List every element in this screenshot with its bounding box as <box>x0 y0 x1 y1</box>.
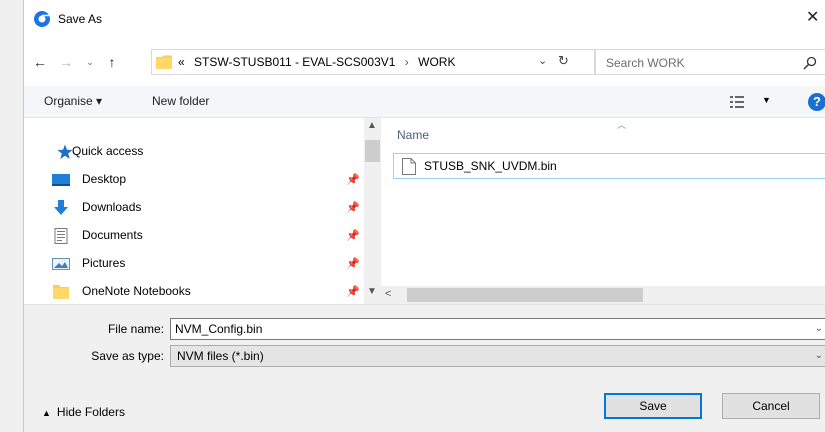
breadcrumb-overflow[interactable]: « <box>178 55 185 69</box>
breadcrumb-separator[interactable]: › <box>399 55 415 69</box>
file-name-input[interactable] <box>175 321 775 337</box>
sidebar-item-quick-access[interactable]: Quick access <box>52 141 372 163</box>
chevron-down-icon[interactable]: ⌄ <box>815 323 823 334</box>
hide-folders-button[interactable]: ▲ Hide Folders <box>42 405 125 419</box>
sidebar-item-label: Pictures <box>82 256 126 270</box>
new-folder-button[interactable]: New folder <box>152 94 209 108</box>
pin-icon[interactable]: 📌 <box>346 229 360 242</box>
desktop-icon <box>52 174 70 186</box>
file-list-scrollbar[interactable]: < <box>381 286 825 304</box>
downloads-icon <box>54 200 68 215</box>
save-type-select[interactable]: NVM files (*.bin) ⌄ <box>170 345 825 367</box>
sidebar-item-pictures[interactable]: Pictures 📌 <box>52 253 372 275</box>
forward-arrow-icon[interactable]: → <box>56 52 76 72</box>
sidebar-item-onenote-notebooks[interactable]: OneNote Notebooks 📌 <box>52 281 372 303</box>
sidebar-item-desktop[interactable]: Desktop 📌 <box>52 169 372 191</box>
file-name-label: File name: <box>107 322 164 336</box>
pin-icon[interactable]: 📌 <box>346 257 360 270</box>
save-type-label: Save as type: <box>91 349 164 363</box>
sort-ascending-icon: ︿ <box>617 120 627 130</box>
scrollbar-thumb[interactable] <box>365 140 380 162</box>
up-arrow-icon[interactable]: ↑ <box>102 52 122 72</box>
pin-icon[interactable]: 📌 <box>346 201 360 214</box>
scroll-down-icon[interactable]: ▼ <box>367 286 377 297</box>
address-bar[interactable]: « STSW-STUSB011 - EVAL-SCS003V1 › WORK ⌄… <box>151 49 595 75</box>
window-title: Save As <box>58 12 103 26</box>
list-item[interactable]: STUSB_SNK_UVDM.bin <box>393 153 825 179</box>
pin-icon[interactable]: 📌 <box>346 173 360 186</box>
sidebar-item-label: Downloads <box>82 200 142 214</box>
cancel-button[interactable]: Cancel <box>722 393 820 419</box>
file-icon <box>402 158 416 175</box>
help-icon[interactable]: ? <box>808 93 825 111</box>
scroll-up-icon[interactable]: ▲ <box>367 120 377 131</box>
chevron-down-icon[interactable]: ⌄ <box>815 350 823 361</box>
scroll-left-icon[interactable]: < <box>385 288 391 300</box>
scrollbar-thumb[interactable] <box>407 288 643 302</box>
sidebar-item-downloads[interactable]: Downloads 📌 <box>52 197 372 219</box>
close-icon[interactable]: ✕ <box>806 8 825 28</box>
back-arrow-icon[interactable]: ← <box>30 52 50 72</box>
sidebar-item-label: OneNote Notebooks <box>82 284 191 298</box>
column-header-name[interactable]: Name <box>397 128 429 142</box>
navigation-scrollbar[interactable]: ▲ ▼ <box>364 118 381 304</box>
pictures-icon <box>52 258 70 270</box>
breadcrumb: « STSW-STUSB011 - EVAL-SCS003V1 › WORK <box>178 55 455 69</box>
save-as-dialog: Save As ✕ ← → ⌄ ↑ « STSW-STUSB011 - EVAL… <box>23 0 825 432</box>
save-type-value: NVM files (*.bin) <box>177 349 264 363</box>
file-list: Name ︿ STUSB_SNK_UVDM.bin <box>381 118 825 286</box>
search-input[interactable] <box>606 54 786 71</box>
chromium-app-icon <box>34 11 50 27</box>
file-name: STUSB_SNK_UVDM.bin <box>424 159 557 173</box>
breadcrumb-segment[interactable]: WORK <box>418 55 455 69</box>
breadcrumb-segment[interactable]: STSW-STUSB011 - EVAL-SCS003V1 <box>188 55 395 69</box>
folder-icon <box>156 55 172 69</box>
save-form: File name: ⌄ Save as type: NVM files (*.… <box>24 304 825 432</box>
sidebar-item-label: Desktop <box>82 172 127 186</box>
title-bar: Save As ✕ <box>24 0 825 40</box>
sidebar-item-documents[interactable]: Documents 📌 <box>52 225 372 247</box>
documents-icon <box>54 228 68 244</box>
search-box[interactable] <box>595 49 825 75</box>
view-options-icon[interactable] <box>730 95 744 109</box>
chevron-down-icon[interactable]: ▼ <box>762 95 771 105</box>
refresh-icon[interactable]: ↻ <box>558 53 569 69</box>
search-icon[interactable] <box>803 56 817 70</box>
folder-icon <box>53 285 69 299</box>
navigation-pane: Quick access Desktop 📌 Downloads 📌 Docum… <box>24 118 364 304</box>
chevron-down-icon[interactable]: ⌄ <box>538 54 547 67</box>
sidebar-item-label: Documents <box>82 228 143 242</box>
chevron-up-icon: ▲ <box>42 408 51 418</box>
pin-icon[interactable]: 📌 <box>346 285 360 298</box>
command-bar: Organise ▾ New folder ▼ ? <box>24 86 825 118</box>
chevron-down-icon[interactable]: ⌄ <box>80 52 100 72</box>
file-name-field[interactable]: ⌄ <box>170 318 825 340</box>
sidebar-item-label: Quick access <box>72 144 144 158</box>
save-button[interactable]: Save <box>604 393 702 419</box>
organise-button[interactable]: Organise ▾ <box>44 94 102 108</box>
hide-folders-label: Hide Folders <box>56 405 125 419</box>
